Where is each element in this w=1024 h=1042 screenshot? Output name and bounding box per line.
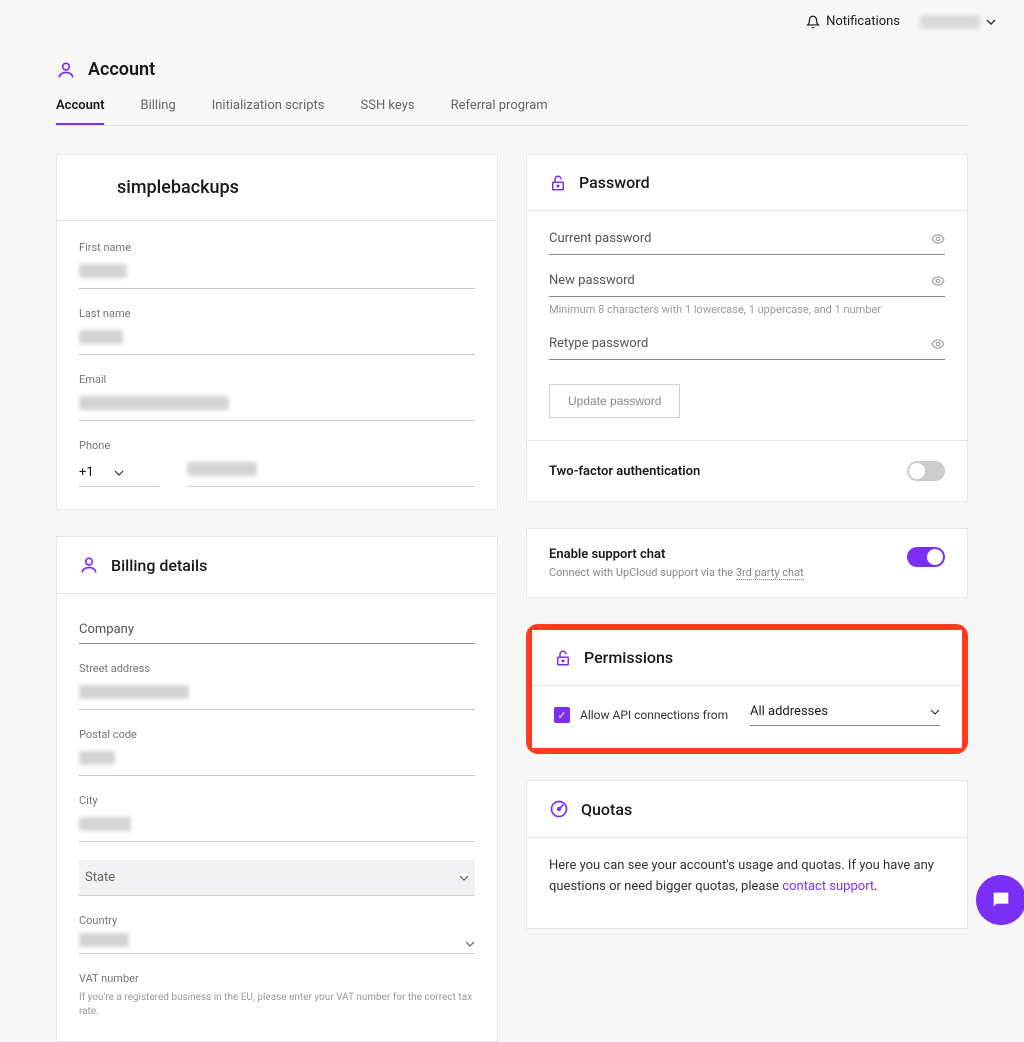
page-title: Account: [88, 59, 155, 80]
vat-hint: If you're a registered business in the E…: [79, 991, 475, 1019]
postal-input[interactable]: [79, 747, 475, 776]
phone-label: Phone: [79, 439, 475, 452]
support-sub: Connect with UpCloud support via the 3rd…: [549, 566, 804, 579]
first-name-label: First name: [79, 241, 475, 254]
eye-icon[interactable]: [931, 232, 945, 246]
new-password-input[interactable]: New password: [549, 273, 945, 297]
api-addresses-value: All addresses: [750, 704, 828, 719]
street-label: Street address: [79, 662, 475, 675]
update-password-button[interactable]: Update password: [549, 384, 680, 418]
chat-icon: [990, 889, 1012, 911]
profile-username: simplebackups: [57, 155, 497, 221]
support-title: Enable support chat: [549, 547, 804, 562]
user-name-blurred: [920, 15, 980, 29]
first-name-input[interactable]: [79, 260, 475, 289]
company-placeholder: Company: [79, 622, 134, 637]
last-name-label: Last name: [79, 307, 475, 320]
notifications-button[interactable]: Notifications: [806, 14, 900, 29]
password-card: Password Current password New password M…: [526, 154, 968, 502]
tab-init-scripts[interactable]: Initialization scripts: [212, 98, 325, 125]
postal-label: Postal code: [79, 728, 475, 741]
quotas-card: Quotas Here you can see your account's u…: [526, 780, 968, 929]
email-input[interactable]: [79, 392, 475, 421]
bell-icon: [806, 15, 820, 29]
twofa-label: Two-factor authentication: [549, 464, 700, 479]
chevron-down-icon: [465, 941, 475, 947]
password-title: Password: [579, 173, 650, 192]
retype-password-input[interactable]: Retype password: [549, 336, 945, 360]
tab-account[interactable]: Account: [56, 98, 104, 125]
state-select[interactable]: State: [79, 860, 475, 896]
permissions-highlight: Permissions ✓ Allow API connections from…: [526, 624, 968, 754]
third-party-chat-link[interactable]: 3rd party chat: [736, 566, 804, 580]
page-header: Account: [56, 59, 968, 80]
support-toggle[interactable]: [907, 547, 945, 567]
tab-ssh-keys[interactable]: SSH keys: [361, 98, 415, 125]
chevron-down-icon: [459, 875, 469, 881]
lock-icon: [549, 174, 567, 192]
company-input[interactable]: Company: [79, 614, 475, 644]
user-icon: [56, 60, 76, 80]
city-label: City: [79, 794, 475, 807]
permissions-title: Permissions: [584, 648, 673, 667]
eye-icon[interactable]: [931, 274, 945, 288]
email-label: Email: [79, 373, 475, 386]
eye-icon[interactable]: [931, 337, 945, 351]
permissions-card: Permissions ✓ Allow API connections from…: [532, 630, 962, 748]
twofa-toggle[interactable]: [907, 461, 945, 481]
chevron-down-icon: [986, 19, 996, 25]
quotas-title: Quotas: [581, 800, 632, 819]
support-chat-card: Enable support chat Connect with UpCloud…: [526, 528, 968, 598]
tab-referral[interactable]: Referral program: [451, 98, 548, 125]
contact-support-link[interactable]: contact support: [782, 879, 874, 894]
quotas-text: Here you can see your account's usage an…: [527, 838, 967, 928]
phone-code-value: +1: [79, 465, 94, 480]
retype-password-label: Retype password: [549, 336, 648, 351]
api-addresses-select[interactable]: All addresses: [750, 704, 940, 726]
user-icon: [79, 555, 99, 575]
current-password-label: Current password: [549, 231, 651, 246]
notifications-label: Notifications: [826, 14, 900, 29]
country-select[interactable]: [79, 933, 475, 954]
last-name-input[interactable]: [79, 326, 475, 355]
billing-card: Billing details Company Street address P…: [56, 536, 498, 1042]
tabs: Account Billing Initialization scripts S…: [56, 98, 968, 126]
lock-icon: [554, 649, 572, 667]
phone-code-select[interactable]: +1: [79, 465, 159, 487]
allow-api-checkbox[interactable]: ✓: [554, 707, 570, 723]
tab-billing[interactable]: Billing: [140, 98, 175, 125]
chevron-down-icon: [930, 709, 940, 715]
city-input[interactable]: [79, 813, 475, 842]
check-icon: ✓: [557, 710, 566, 721]
gauge-icon: [549, 799, 569, 819]
billing-title: Billing details: [111, 556, 207, 575]
new-password-label: New password: [549, 273, 635, 288]
state-label: State: [85, 870, 115, 885]
profile-card: simplebackups First name Last name Email: [56, 154, 498, 510]
country-label: Country: [79, 914, 475, 927]
allow-api-label: Allow API connections from: [580, 708, 728, 722]
phone-number-input[interactable]: [187, 458, 475, 487]
password-hint: Minimum 8 characters with 1 lowercase, 1…: [549, 303, 945, 316]
vat-label: VAT number: [79, 972, 475, 985]
current-password-input[interactable]: Current password: [549, 231, 945, 255]
chevron-down-icon: [114, 470, 124, 476]
user-menu[interactable]: [920, 15, 996, 29]
chat-widget-button[interactable]: [976, 875, 1024, 925]
street-input[interactable]: [79, 681, 475, 710]
